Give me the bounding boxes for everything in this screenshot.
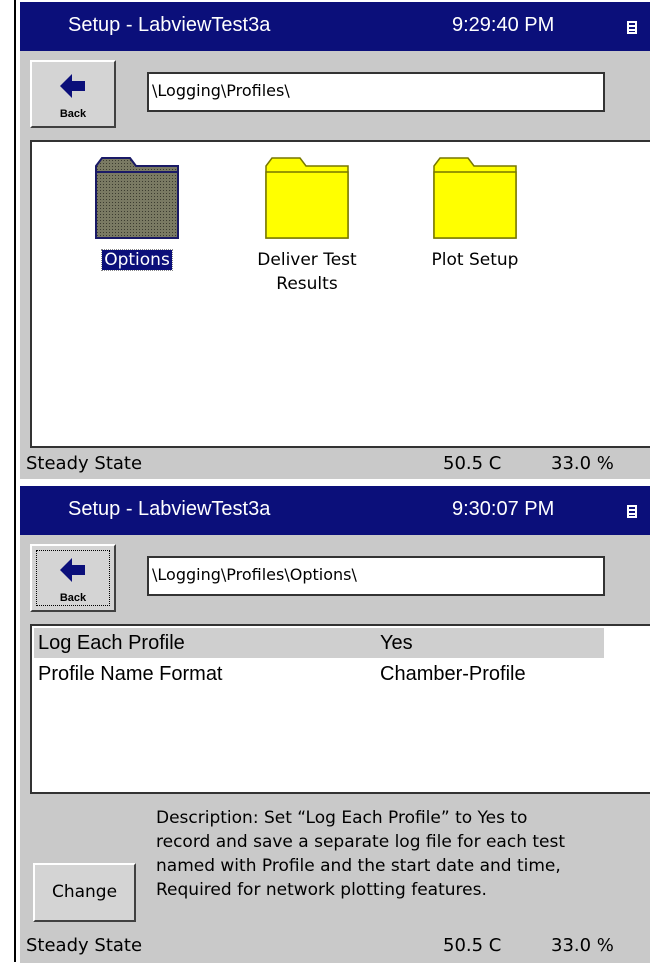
setting-name: Profile Name Format (38, 663, 223, 685)
folder-label: Plot Setup (431, 250, 519, 270)
humidity-readout: 33.0 % (551, 453, 614, 474)
path-field[interactable]: \Logging\Profiles\Options\ (147, 556, 605, 596)
title-bar: Setup - LabviewTest3a 9:29:40 PM (20, 2, 650, 51)
settings-row-profile-name-format[interactable]: Profile Name Format Chamber-Profile (34, 659, 604, 689)
clock: 9:29:40 PM (452, 14, 555, 36)
setup-screen-options: Setup - LabviewTest3a 9:30:07 PM Back \L… (20, 486, 650, 963)
folder-label: Options (101, 249, 173, 271)
window-title: Setup - LabviewTest3a (68, 14, 271, 36)
state-text: Steady State (26, 453, 143, 474)
folder-plot-setup[interactable]: Plot Setup (400, 154, 550, 272)
setting-value: Yes (380, 632, 413, 654)
back-button[interactable]: Back (30, 60, 116, 128)
back-button-label: Back (59, 108, 87, 120)
folder-deliver-test-results[interactable]: Deliver Test Results (232, 154, 382, 296)
settings-list: Log Each Profile Yes Profile Name Format… (30, 624, 650, 794)
setting-value: Chamber-Profile (380, 663, 526, 685)
setup-screen-profiles: Setup - LabviewTest3a 9:29:40 PM Back \L… (20, 2, 650, 479)
folder-label: Deliver Test Results (257, 250, 357, 294)
keyboard-icon[interactable] (627, 21, 637, 34)
folder-selected-icon (95, 157, 179, 239)
change-button[interactable]: Change (33, 863, 136, 922)
back-arrow-icon (60, 558, 85, 582)
back-button[interactable]: Back (30, 544, 116, 612)
settings-row-log-each-profile[interactable]: Log Each Profile Yes (34, 628, 604, 658)
state-text: Steady State (26, 935, 143, 956)
status-bar: Steady State 50.5 C 33.0 % (20, 449, 650, 479)
humidity-readout: 33.0 % (551, 935, 614, 956)
title-bar: Setup - LabviewTest3a 9:30:07 PM (20, 486, 650, 535)
clock: 9:30:07 PM (452, 498, 555, 520)
setting-name: Log Each Profile (38, 632, 185, 654)
temperature-readout: 50.5 C (443, 935, 502, 956)
folder-options[interactable]: Options (62, 154, 212, 272)
folder-icon (265, 157, 349, 239)
temperature-readout: 50.5 C (443, 453, 502, 474)
path-field[interactable]: \Logging\Profiles\ (147, 72, 605, 112)
folder-icon (433, 157, 517, 239)
status-bar: Steady State 50.5 C 33.0 % (20, 931, 650, 961)
window-title: Setup - LabviewTest3a (68, 498, 271, 520)
back-button-label: Back (59, 592, 87, 604)
folder-view: Options Deliver Test Results Plot Setup (30, 140, 650, 448)
left-border-line (14, 0, 16, 962)
back-arrow-icon (60, 74, 85, 98)
keyboard-icon[interactable] (627, 505, 637, 518)
description-text: Description: Set “Log Each Profile” to Y… (156, 808, 566, 900)
